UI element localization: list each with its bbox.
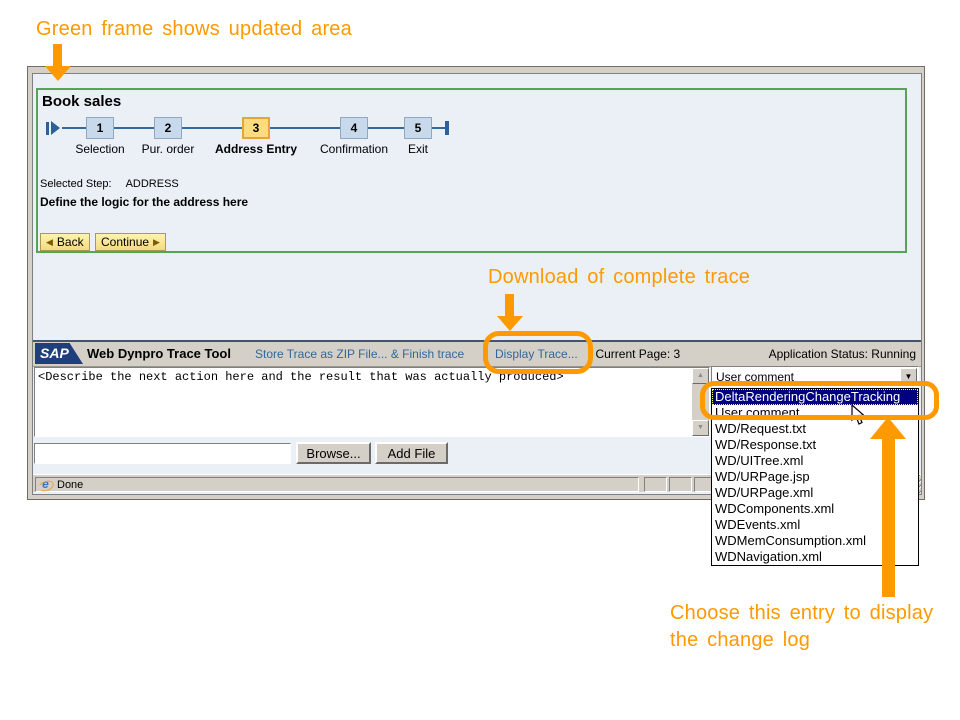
roadmap-end-icon xyxy=(445,121,449,135)
status-text: Done xyxy=(57,478,84,491)
browser-window: Book sales 1 2 3 4 5 Selection Pur. orde… xyxy=(27,66,925,566)
annotation-arrow-up-head xyxy=(870,417,906,439)
step-instruction: Define the logic for the address here xyxy=(40,195,249,209)
scroll-down-icon[interactable]: ▼ xyxy=(692,420,709,436)
annotation-arrow-up-shaft xyxy=(882,438,895,597)
roadmap-step-4[interactable]: 4 xyxy=(340,117,368,139)
selected-step-label: Selected Step: xyxy=(40,178,112,190)
roadmap-step-5[interactable]: 5 xyxy=(404,117,432,139)
annotation-arrow-down-shaft xyxy=(53,44,62,67)
window-content: Book sales 1 2 3 4 5 Selection Pur. orde… xyxy=(32,73,922,566)
internet-explorer-icon: e xyxy=(39,478,52,491)
continue-arrow-icon: ▶ xyxy=(153,236,160,247)
annotation-choose-entry-line2: the change log xyxy=(670,629,811,651)
roadmap-step-2[interactable]: 2 xyxy=(154,117,182,139)
roadmap-label-pur-order: Pur. order xyxy=(141,142,195,156)
roadmap-label-confirmation: Confirmation xyxy=(319,142,389,156)
annotation-arrow2-head xyxy=(497,316,523,331)
roadmap-step-1[interactable]: 1 xyxy=(86,117,114,139)
browse-button[interactable]: Browse... xyxy=(296,442,371,464)
trace-tool-title: Web Dynpro Trace Tool xyxy=(87,346,231,361)
scroll-up-icon[interactable]: ▲ xyxy=(692,368,709,384)
annotation-green-frame: Green frame shows updated area xyxy=(36,18,352,40)
annotation-arrow2-shaft xyxy=(505,294,514,317)
comment-text: <Describe the next action here and the r… xyxy=(38,370,564,384)
selected-step-row: Selected Step: ADDRESS xyxy=(40,178,179,190)
annotation-choose-entry-line1: Choose this entry to display xyxy=(670,602,934,624)
roadmap-start-icon xyxy=(46,122,49,135)
roadmap-start-arrow-icon xyxy=(51,121,60,135)
annotation-arrow-down-head xyxy=(45,66,71,81)
roadmap-label-selection: Selection xyxy=(75,142,125,156)
selected-step-value: ADDRESS xyxy=(125,178,179,190)
store-trace-link[interactable]: Store Trace as ZIP File... & Finish trac… xyxy=(255,347,464,361)
add-file-button[interactable]: Add File xyxy=(375,442,448,464)
annotation-choose-entry: Choose this entry to display the change … xyxy=(670,600,933,654)
status-pane-1 xyxy=(644,477,667,492)
file-path-input[interactable] xyxy=(34,443,291,464)
roadmap-step-3-selected[interactable]: 3 xyxy=(242,117,270,139)
current-page-indicator: | Current Page: 3 xyxy=(589,347,681,361)
app-title: Book sales xyxy=(42,93,122,110)
continue-button[interactable]: Continue ▶ xyxy=(95,233,166,251)
trace-tool-toolbar: SAP Web Dynpro Trace Tool Store Trace as… xyxy=(33,340,921,367)
roadmap-label-exit: Exit xyxy=(407,142,429,156)
list-entry-highlight-circle xyxy=(700,381,939,420)
updated-area-green-frame: Book sales 1 2 3 4 5 Selection Pur. orde… xyxy=(36,88,907,253)
comment-textarea[interactable]: <Describe the next action here and the r… xyxy=(34,367,710,437)
back-button[interactable]: ◀ Back xyxy=(40,233,90,251)
back-arrow-icon: ◀ xyxy=(46,236,53,247)
continue-button-label: Continue xyxy=(101,235,150,249)
sap-logo: SAP xyxy=(35,343,83,364)
back-button-label: Back xyxy=(56,235,84,249)
annotation-download-trace: Download of complete trace xyxy=(488,266,751,288)
roadmap-label-address-entry: Address Entry xyxy=(214,142,298,156)
status-pane-main: e Done xyxy=(35,477,639,492)
display-trace-highlight-circle xyxy=(483,331,593,374)
application-status: Application Status: Running xyxy=(768,347,916,361)
status-pane-2 xyxy=(669,477,692,492)
